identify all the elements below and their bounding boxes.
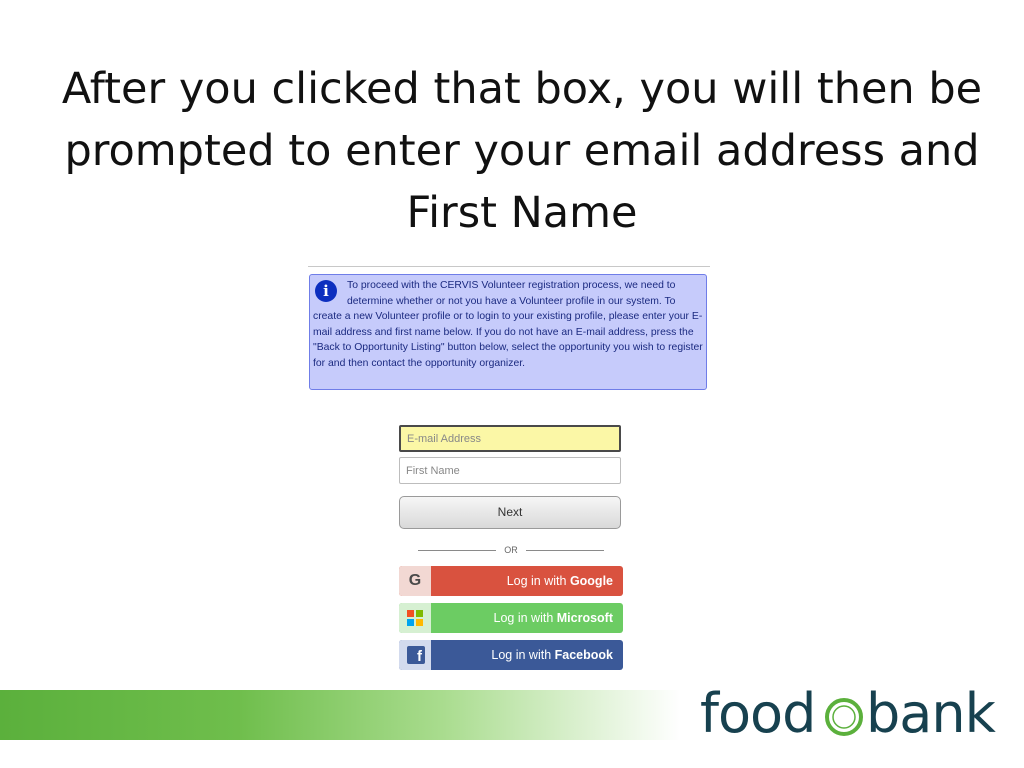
first-name-input[interactable] [399,457,621,484]
footer-green-band [0,690,680,740]
google-login-button[interactable]: G Log in with Google [399,566,623,596]
microsoft-brand: Microsoft [556,611,613,625]
facebook-login-button[interactable]: f Log in with Facebook [399,640,623,670]
google-login-label: Log in with Google [431,566,613,596]
or-divider-right [526,550,604,551]
foodbank-logo: food bank [700,682,1010,746]
microsoft-login-label: Log in with Microsoft [431,603,613,633]
or-divider-left [418,550,496,551]
microsoft-login-button[interactable]: Log in with Microsoft [399,603,623,633]
logo-ring-icon [825,698,863,736]
info-message-text: To proceed with the CERVIS Volunteer reg… [313,280,703,369]
next-button[interactable]: Next [399,496,621,529]
or-label: OR [504,545,518,555]
slide-title: After you clicked that box, you will the… [61,64,983,238]
google-brand: Google [569,574,613,588]
facebook-icon-box: f [399,640,431,670]
google-login-prefix: Log in with [506,574,570,588]
email-input[interactable] [399,425,621,452]
facebook-brand: Facebook [554,648,613,662]
microsoft-icon-box [399,603,431,633]
facebook-icon: f [407,646,425,665]
google-icon-box: G [399,566,431,596]
registration-screenshot: i To proceed with the CERVIS Volunteer r… [308,266,710,676]
facebook-login-prefix: Log in with [491,648,555,662]
info-message-box: i To proceed with the CERVIS Volunteer r… [309,274,707,390]
google-icon: G [408,572,422,589]
microsoft-login-prefix: Log in with [493,611,557,625]
facebook-login-label: Log in with Facebook [431,640,613,670]
microsoft-icon [407,610,423,626]
logo-text-food: food [700,682,816,745]
logo-text-bank: bank [866,682,996,745]
divider [308,266,710,267]
